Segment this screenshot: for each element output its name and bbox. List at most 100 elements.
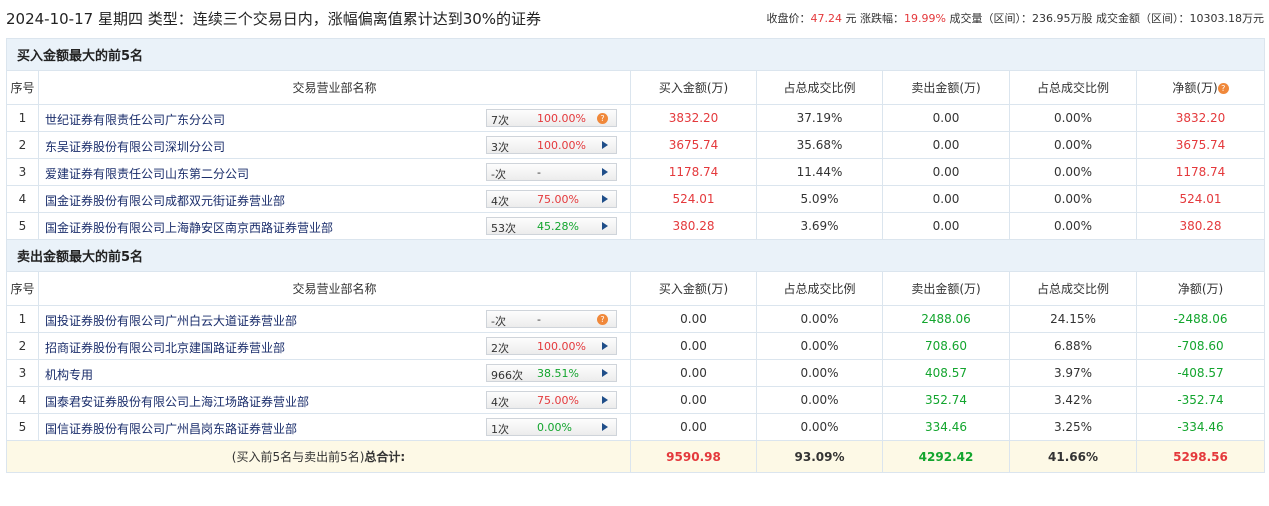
col-net-label: 净额(万) bbox=[1172, 81, 1218, 95]
table-row: 3 机构专用 966次 38.51% 0.00 0.00% 408.57 3.97% -408.… bbox=[6, 359, 1265, 387]
history-stat-button[interactable]: 4次 75.00% bbox=[486, 190, 617, 208]
win-rate: - bbox=[537, 313, 541, 326]
play-arrow-icon[interactable] bbox=[602, 222, 608, 230]
buy-ratio: 3.69% bbox=[756, 212, 883, 240]
dept-name[interactable]: 爱建证券有限责任公司山东第二分公司 bbox=[45, 165, 249, 182]
dept-name[interactable]: 国投证券股份有限公司广州白云大道证券营业部 bbox=[45, 312, 297, 329]
orange-question-bubble-icon[interactable]: ? bbox=[597, 113, 608, 124]
win-rate: 0.00% bbox=[537, 421, 572, 434]
col-buy-ratio: 占总成交比例 bbox=[756, 70, 883, 105]
win-rate: 100.00% bbox=[537, 112, 586, 125]
dept-name[interactable]: 招商证券股份有限公司北京建国路证券营业部 bbox=[45, 339, 285, 356]
total-label: (买入前5名与卖出前5名)总合计: bbox=[6, 440, 631, 473]
history-stat-button[interactable]: 53次 45.28% bbox=[486, 217, 617, 235]
row-index: 5 bbox=[6, 212, 39, 240]
dept-name[interactable]: 国金证券股份有限公司上海静安区南京西路证券营业部 bbox=[45, 219, 333, 236]
win-rate: - bbox=[537, 166, 541, 179]
history-stat-button[interactable]: 7次 100.00%? bbox=[486, 109, 617, 127]
row-index: 2 bbox=[6, 332, 39, 360]
buy-ratio: 0.00% bbox=[756, 332, 883, 360]
play-arrow-icon[interactable] bbox=[602, 141, 608, 149]
dept-name[interactable]: 国泰君安证券股份有限公司上海江场路证券营业部 bbox=[45, 393, 309, 410]
table-row: 1 国投证券股份有限公司广州白云大道证券营业部 -次 -? 0.00 0.00% 2488.… bbox=[6, 305, 1265, 333]
dept-name[interactable]: 东吴证券股份有限公司深圳分公司 bbox=[45, 138, 225, 155]
total-label-prefix: (买入前5名与卖出前5名) bbox=[231, 450, 365, 464]
play-arrow-icon[interactable] bbox=[602, 168, 608, 176]
dept-name[interactable]: 国信证券股份有限公司广州昌岗东路证券营业部 bbox=[45, 420, 297, 437]
net-amount: 524.01 bbox=[1136, 185, 1265, 213]
total-net: 5298.56 bbox=[1136, 440, 1265, 473]
net-amount: 380.28 bbox=[1136, 212, 1265, 240]
win-rate: 100.00% bbox=[537, 340, 586, 353]
play-arrow-icon[interactable] bbox=[602, 423, 608, 431]
play-arrow-icon[interactable] bbox=[602, 369, 608, 377]
buy-amount: 3675.74 bbox=[630, 131, 757, 159]
net-amount: -708.60 bbox=[1136, 332, 1265, 360]
question-circle-icon[interactable]: ? bbox=[1217, 83, 1229, 94]
dept-name[interactable]: 世纪证券有限责任公司广东分公司 bbox=[45, 111, 225, 128]
win-rate: 100.00% bbox=[537, 139, 586, 152]
buy-ratio: 0.00% bbox=[756, 386, 883, 414]
buy-amount: 0.00 bbox=[630, 305, 757, 333]
dept-name[interactable]: 国金证券股份有限公司成都双元街证券营业部 bbox=[45, 192, 285, 209]
total-row: (买入前5名与卖出前5名)总合计: 9590.98 93.09% 4292.42… bbox=[6, 440, 1265, 473]
row-index: 4 bbox=[6, 386, 39, 414]
history-stat-button[interactable]: 1次 0.00% bbox=[486, 418, 617, 436]
dept-cell: 国金证券股份有限公司上海静安区南京西路证券营业部 53次 45.28% bbox=[38, 212, 631, 240]
total-buy-ratio: 93.09% bbox=[756, 440, 883, 473]
stock-stats: 收盘价：47.24 元 涨跌幅：19.99% 成交量（区间）：236.95万股 … bbox=[767, 10, 1264, 26]
sell-amount: 0.00 bbox=[882, 158, 1010, 186]
close-value: 47.24 bbox=[810, 12, 843, 25]
buy-section-title: 买入金额最大的前5名 bbox=[6, 38, 1265, 71]
row-index: 5 bbox=[6, 413, 39, 441]
col-buy: 买入金额(万) bbox=[630, 70, 757, 105]
play-arrow-icon[interactable] bbox=[602, 342, 608, 350]
history-stat-button[interactable]: 966次 38.51% bbox=[486, 364, 617, 382]
sell-ratio: 6.88% bbox=[1009, 332, 1137, 360]
buy-ratio: 35.68% bbox=[756, 131, 883, 159]
col-dept: 交易营业部名称 bbox=[38, 70, 631, 105]
buy-ratio: 37.19% bbox=[756, 104, 883, 132]
dept-cell: 东吴证券股份有限公司深圳分公司 3次 100.00% bbox=[38, 131, 631, 159]
sell-amount: 2488.06 bbox=[882, 305, 1010, 333]
row-index: 1 bbox=[6, 104, 39, 132]
history-stat-button[interactable]: 3次 100.00% bbox=[486, 136, 617, 154]
table-row: 4 国泰君安证券股份有限公司上海江场路证券营业部 4次 75.00% 0.00 0.00%… bbox=[6, 386, 1265, 414]
sell-amount: 408.57 bbox=[882, 359, 1010, 387]
buy-amount: 1178.74 bbox=[630, 158, 757, 186]
change-label: 涨跌幅： bbox=[860, 12, 905, 25]
sell-amount: 0.00 bbox=[882, 185, 1010, 213]
net-amount: 3675.74 bbox=[1136, 131, 1265, 159]
win-rate: 75.00% bbox=[537, 193, 579, 206]
close-label: 收盘价： bbox=[766, 12, 811, 25]
sell-ratio: 3.97% bbox=[1009, 359, 1137, 387]
history-stat-button[interactable]: -次 -? bbox=[486, 310, 617, 328]
col-dept: 交易营业部名称 bbox=[38, 271, 631, 306]
net-amount: -352.74 bbox=[1136, 386, 1265, 414]
table-row: 5 国金证券股份有限公司上海静安区南京西路证券营业部 53次 45.28% 380.28… bbox=[6, 212, 1265, 240]
play-arrow-icon[interactable] bbox=[602, 396, 608, 404]
amount-value: 10303.18万元 bbox=[1189, 12, 1265, 25]
col-net: 净额(万)? bbox=[1136, 70, 1265, 105]
net-amount: -408.57 bbox=[1136, 359, 1265, 387]
history-stat-button[interactable]: -次 - bbox=[486, 163, 617, 181]
win-rate: 75.00% bbox=[537, 394, 579, 407]
total-sell: 4292.42 bbox=[882, 440, 1010, 473]
page-title: 2024-10-17 星期四 类型：连续三个交易日内，涨幅偏离值累计达到30%的… bbox=[6, 10, 542, 28]
sell-ratio: 0.00% bbox=[1009, 158, 1137, 186]
col-net: 净额(万) bbox=[1136, 271, 1265, 306]
buy-amount: 3832.20 bbox=[630, 104, 757, 132]
buy-amount: 380.28 bbox=[630, 212, 757, 240]
dept-name[interactable]: 机构专用 bbox=[45, 366, 93, 383]
row-index: 1 bbox=[6, 305, 39, 333]
buy-ratio: 0.00% bbox=[756, 305, 883, 333]
history-stat-button[interactable]: 2次 100.00% bbox=[486, 337, 617, 355]
dept-cell: 国金证券股份有限公司成都双元街证券营业部 4次 75.00% bbox=[38, 185, 631, 213]
play-arrow-icon[interactable] bbox=[602, 195, 608, 203]
history-stat-button[interactable]: 4次 75.00% bbox=[486, 391, 617, 409]
sell-ratio: 0.00% bbox=[1009, 104, 1137, 132]
win-rate: 45.28% bbox=[537, 220, 579, 233]
row-index: 3 bbox=[6, 359, 39, 387]
orange-question-bubble-icon[interactable]: ? bbox=[597, 314, 608, 325]
trade-count: 4次 bbox=[491, 195, 509, 208]
